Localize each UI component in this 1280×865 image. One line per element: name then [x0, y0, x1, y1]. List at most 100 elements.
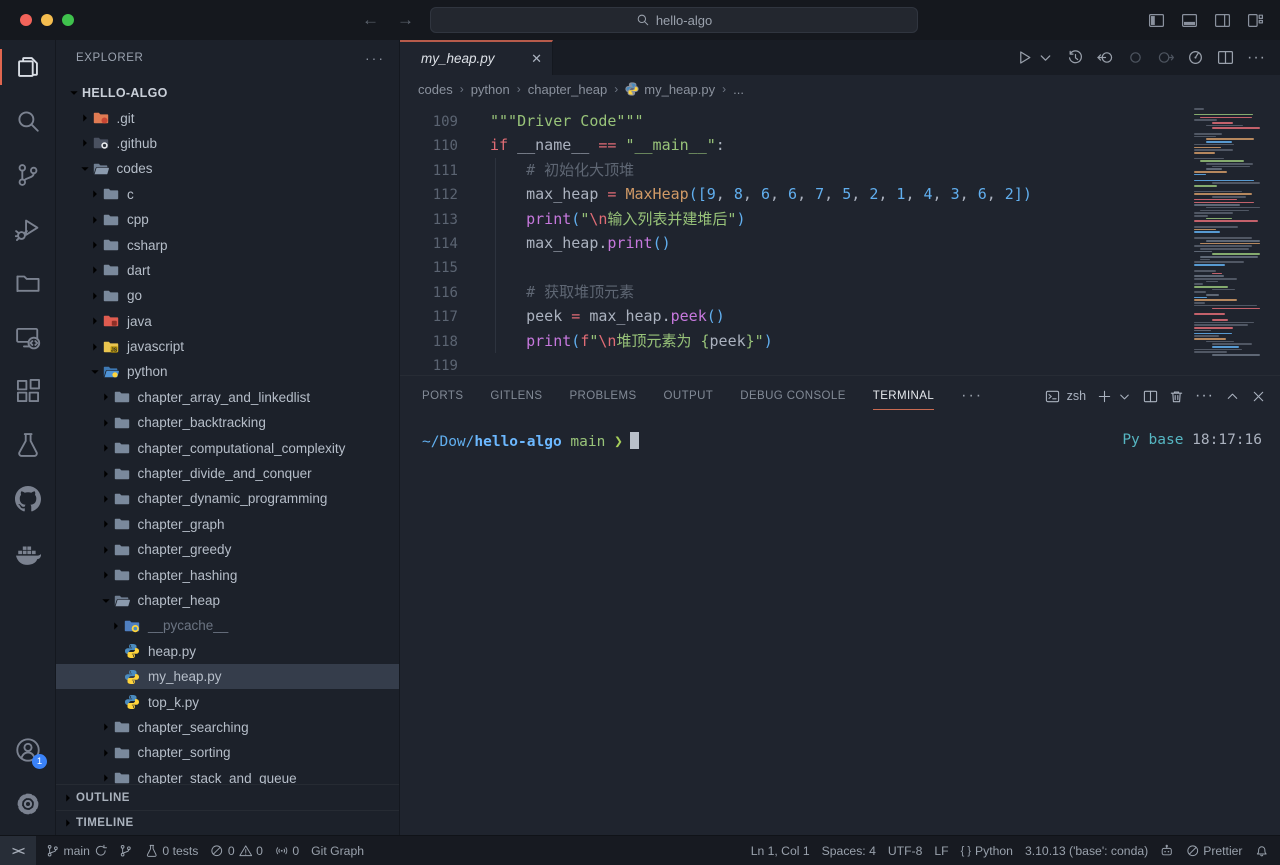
previous-change-icon[interactable] [1127, 49, 1144, 66]
breadcrumb-chapter-heap[interactable]: chapter_heap [528, 82, 608, 97]
split-terminal-icon[interactable] [1143, 389, 1158, 404]
activity-explorer[interactable] [0, 40, 55, 94]
panel-tab-debug-console[interactable]: DEBUG CONSOLE [740, 376, 846, 416]
tree-item-my-heap-py[interactable]: my_heap.py [56, 664, 399, 689]
status-git-graph-branch[interactable] [113, 836, 139, 865]
panel-tab-ports[interactable]: PORTS [422, 376, 463, 416]
run-dropdown-chevron-icon[interactable] [1037, 49, 1054, 66]
terminal-dropdown-chevron-icon[interactable] [1117, 389, 1132, 404]
breadcrumb-codes[interactable]: codes [418, 82, 453, 97]
new-terminal-icon[interactable] [1097, 389, 1112, 404]
status-encoding[interactable]: UTF-8 [882, 836, 929, 865]
minimap[interactable] [1194, 105, 1272, 357]
status-eol[interactable]: LF [928, 836, 954, 865]
maximize-panel-icon[interactable] [1225, 389, 1240, 404]
tree-item-chapter-greedy[interactable]: chapter_greedy [56, 537, 399, 562]
status-python-interpreter[interactable]: 3.10.13 ('base': conda) [1019, 836, 1154, 865]
terminal-more-actions-icon[interactable]: ··· [1195, 387, 1214, 405]
open-previous-change-icon[interactable] [1097, 49, 1114, 66]
panel-tab-problems[interactable]: PROBLEMS [569, 376, 636, 416]
tree-item-chapter-divide-and-conquer[interactable]: chapter_divide_and_conquer [56, 461, 399, 486]
customize-layout-icon[interactable] [1247, 12, 1264, 29]
section-outline[interactable]: OUTLINE [56, 785, 399, 810]
tree-item-top-k-py[interactable]: top_k.py [56, 689, 399, 714]
panel-tab-output[interactable]: OUTPUT [664, 376, 714, 416]
toggle-panel-icon[interactable] [1181, 12, 1198, 29]
tree-item-chapter-graph[interactable]: chapter_graph [56, 512, 399, 537]
status-git-branch[interactable]: main [40, 836, 113, 865]
command-center-search[interactable]: hello-algo [430, 7, 918, 33]
navigate-forward-icon[interactable]: → [397, 10, 414, 30]
tree-item-chapter-heap[interactable]: chapter_heap [56, 588, 399, 613]
breadcrumb-my-heap-py[interactable]: my_heap.py [625, 82, 715, 97]
tree-item-dart[interactable]: dart [56, 258, 399, 283]
toggle-secondary-sidebar-icon[interactable] [1214, 12, 1231, 29]
status-feedback[interactable]: 0 [269, 836, 305, 865]
close-tab-icon[interactable]: ✕ [531, 51, 542, 67]
timeline-history-icon[interactable] [1067, 49, 1084, 66]
toggle-sidebar-icon[interactable] [1148, 12, 1165, 29]
tree-item-chapter-array-and-linkedlist[interactable]: chapter_array_and_linkedlist [56, 385, 399, 410]
editor-more-actions-icon[interactable]: ··· [1247, 49, 1266, 67]
activity-github[interactable] [0, 472, 55, 526]
status-indentation[interactable]: Spaces: 4 [816, 836, 882, 865]
tree-item-java[interactable]: java [56, 309, 399, 334]
tree-item--github[interactable]: .github [56, 131, 399, 156]
close-panel-icon[interactable] [1251, 389, 1266, 404]
activity-remote-explorer[interactable] [0, 310, 55, 364]
activity-run-debug[interactable] [0, 202, 55, 256]
minimize-window-button[interactable] [41, 14, 53, 26]
status-prettier[interactable]: Prettier [1180, 836, 1249, 865]
tree-item--git[interactable]: .git [56, 105, 399, 130]
terminal-output[interactable]: ~/Dow/hello-algo main ❯ Py base 18:17:16 [400, 416, 1280, 835]
tree-item-chapter-dynamic-programming[interactable]: chapter_dynamic_programming [56, 486, 399, 511]
activity-settings[interactable] [0, 777, 55, 831]
status-cursor-position[interactable]: Ln 1, Col 1 [745, 836, 816, 865]
status-tests[interactable]: 0 tests [139, 836, 204, 865]
tree-item-javascript[interactable]: JSjavascript [56, 334, 399, 359]
status-problems[interactable]: 00 [204, 836, 269, 865]
tree-item-csharp[interactable]: csharp [56, 232, 399, 257]
tree-item-chapter-searching[interactable]: chapter_searching [56, 715, 399, 740]
tree-item-hello-algo[interactable]: HELLO-ALGO [56, 80, 399, 105]
section-timeline[interactable]: TIMELINE [56, 810, 399, 835]
split-editor-icon[interactable] [1217, 49, 1234, 66]
status-copilot[interactable] [1154, 836, 1180, 865]
activity-testing[interactable] [0, 418, 55, 472]
tree-item-python[interactable]: python [56, 359, 399, 384]
tree-item-go[interactable]: go [56, 283, 399, 308]
status-git-graph[interactable]: Git Graph [305, 836, 370, 865]
status-language-mode[interactable]: { }Python [955, 836, 1019, 865]
tree-item-cpp[interactable]: cpp [56, 207, 399, 232]
breadcrumb--[interactable]: ... [733, 82, 744, 97]
run-python-file-icon[interactable] [1016, 49, 1033, 66]
breadcrumb-python[interactable]: python [471, 82, 510, 97]
activity-docker[interactable] [0, 526, 55, 580]
kill-terminal-trash-icon[interactable] [1169, 389, 1184, 404]
close-window-button[interactable] [20, 14, 32, 26]
activity-folder[interactable] [0, 256, 55, 310]
activity-source-control[interactable] [0, 148, 55, 202]
tree-item-heap-py[interactable]: heap.py [56, 639, 399, 664]
tree-item-c[interactable]: c [56, 182, 399, 207]
panel-more-tabs-icon[interactable]: ··· [961, 387, 983, 405]
gitlens-graph-icon[interactable] [1187, 49, 1204, 66]
tree-item-chapter-sorting[interactable]: chapter_sorting [56, 740, 399, 765]
tree-item-chapter-computational-complexity[interactable]: chapter_computational_complexity [56, 435, 399, 460]
tree-item-chapter-backtracking[interactable]: chapter_backtracking [56, 410, 399, 435]
panel-tab-terminal[interactable]: TERMINAL [873, 376, 934, 416]
navigate-back-icon[interactable]: ← [362, 10, 379, 30]
panel-tab-gitlens[interactable]: GITLENS [490, 376, 542, 416]
activity-search[interactable] [0, 94, 55, 148]
tree-item-codes[interactable]: codes [56, 156, 399, 181]
zoom-window-button[interactable] [62, 14, 74, 26]
code-editor[interactable]: 109"""Driver Code"""110if __name__ == "_… [400, 103, 1280, 375]
remote-indicator[interactable]: >< [0, 836, 36, 865]
status-notifications[interactable] [1249, 836, 1275, 865]
activity-account[interactable]: 1 [0, 723, 55, 777]
tree-item--pycache-[interactable]: __pycache__ [56, 613, 399, 638]
activity-extensions[interactable] [0, 364, 55, 418]
tree-item-chapter-stack-and-queue[interactable]: chapter_stack_and_queue [56, 766, 399, 784]
explorer-more-actions-icon[interactable]: ··· [365, 50, 385, 66]
tab-my-heap-py[interactable]: my_heap.py ✕ [400, 40, 553, 75]
